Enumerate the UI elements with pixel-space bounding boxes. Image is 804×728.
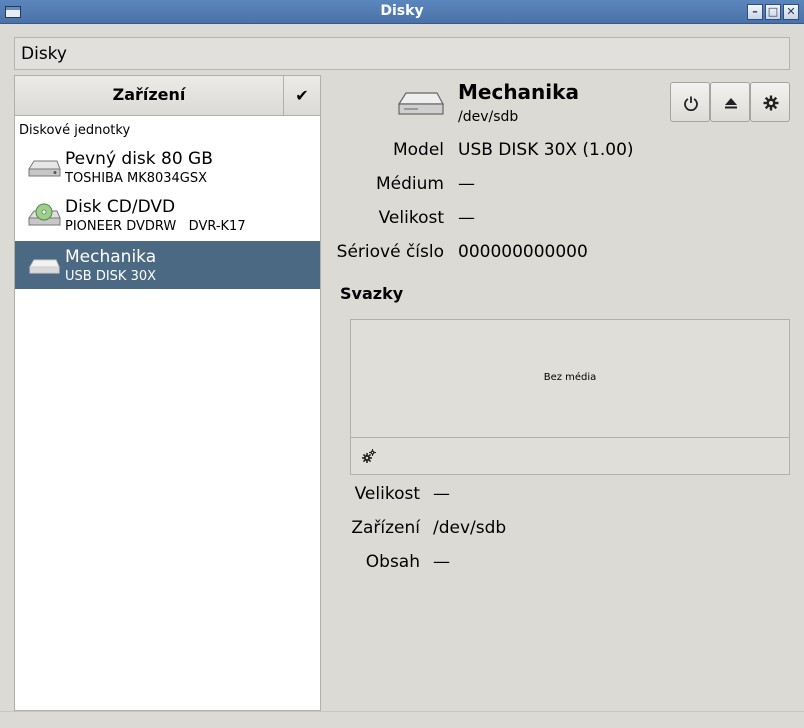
eject-icon	[725, 98, 737, 109]
volume-content-value: —	[433, 552, 450, 572]
hard-disk-icon	[28, 160, 61, 177]
device-model: TOSHIBA MK8034GSX	[65, 171, 208, 186]
drive-title: Mechanika	[458, 80, 579, 104]
window-bottom-border	[0, 711, 804, 728]
medium-label: Médium	[376, 174, 444, 194]
maximize-icon[interactable]: □	[765, 4, 781, 20]
usb-drive-icon	[397, 92, 445, 115]
device-item-optical[interactable]: Disk CD/DVD PIONEER DVDRW DVR-K17	[15, 191, 320, 239]
page-header: Disky	[14, 37, 790, 70]
device-model: USB DISK 30X	[65, 269, 157, 284]
gears-icon[interactable]	[361, 448, 377, 464]
device-list-title: Zařízení	[112, 85, 186, 104]
optical-drive-icon	[28, 203, 61, 226]
checkmark-icon[interactable]: ✔	[283, 76, 320, 115]
power-off-button[interactable]	[670, 82, 710, 122]
divider	[351, 437, 789, 438]
usb-drive-icon	[29, 259, 60, 274]
volume-device-label: Zařízení	[351, 518, 420, 538]
drive-path: /dev/sdb	[458, 109, 519, 125]
device-item-hard-disk[interactable]: Pevný disk 80 GB TOSHIBA MK8034GSX	[15, 143, 320, 191]
volume-map[interactable]: Bez média	[350, 319, 790, 475]
device-name: Mechanika	[65, 247, 157, 267]
title-bar[interactable]: Disky – □ ✕	[0, 0, 804, 24]
volume-content-label: Obsah	[365, 552, 420, 572]
device-model: PIONEER DVDRW DVR-K17	[65, 219, 246, 234]
device-name: Pevný disk 80 GB	[65, 149, 213, 169]
no-media-label: Bez média	[543, 372, 597, 383]
serial-value: 000000000000	[458, 242, 588, 262]
device-name: Disk CD/DVD	[65, 197, 176, 217]
close-icon[interactable]: ✕	[783, 4, 799, 20]
medium-value: —	[458, 174, 475, 194]
device-list-pane: Zařízení ✔ Diskové jednotky Pevný disk 8…	[14, 75, 321, 711]
device-list-header: Zařízení ✔	[15, 76, 320, 116]
size-label: Velikost	[378, 208, 444, 228]
window-title: Disky	[380, 3, 424, 19]
minimize-icon[interactable]: –	[747, 4, 763, 20]
volume-size-label: Velikost	[354, 484, 420, 504]
power-icon	[684, 96, 698, 111]
model-value: USB DISK 30X (1.00)	[458, 140, 634, 160]
serial-label: Sériové číslo	[336, 242, 444, 262]
eject-button[interactable]	[710, 82, 750, 122]
settings-button[interactable]	[750, 82, 790, 122]
device-item-usb[interactable]: Mechanika USB DISK 30X	[15, 241, 320, 289]
section-label: Diskové jednotky	[19, 123, 131, 138]
model-label: Model	[392, 140, 444, 160]
volumes-heading: Svazky	[340, 284, 404, 303]
page-title: Disky	[21, 44, 67, 64]
volume-size-value: —	[433, 484, 450, 504]
gear-icon	[763, 95, 779, 111]
size-value: —	[458, 208, 475, 228]
volume-device-value: /dev/sdb	[433, 518, 507, 538]
